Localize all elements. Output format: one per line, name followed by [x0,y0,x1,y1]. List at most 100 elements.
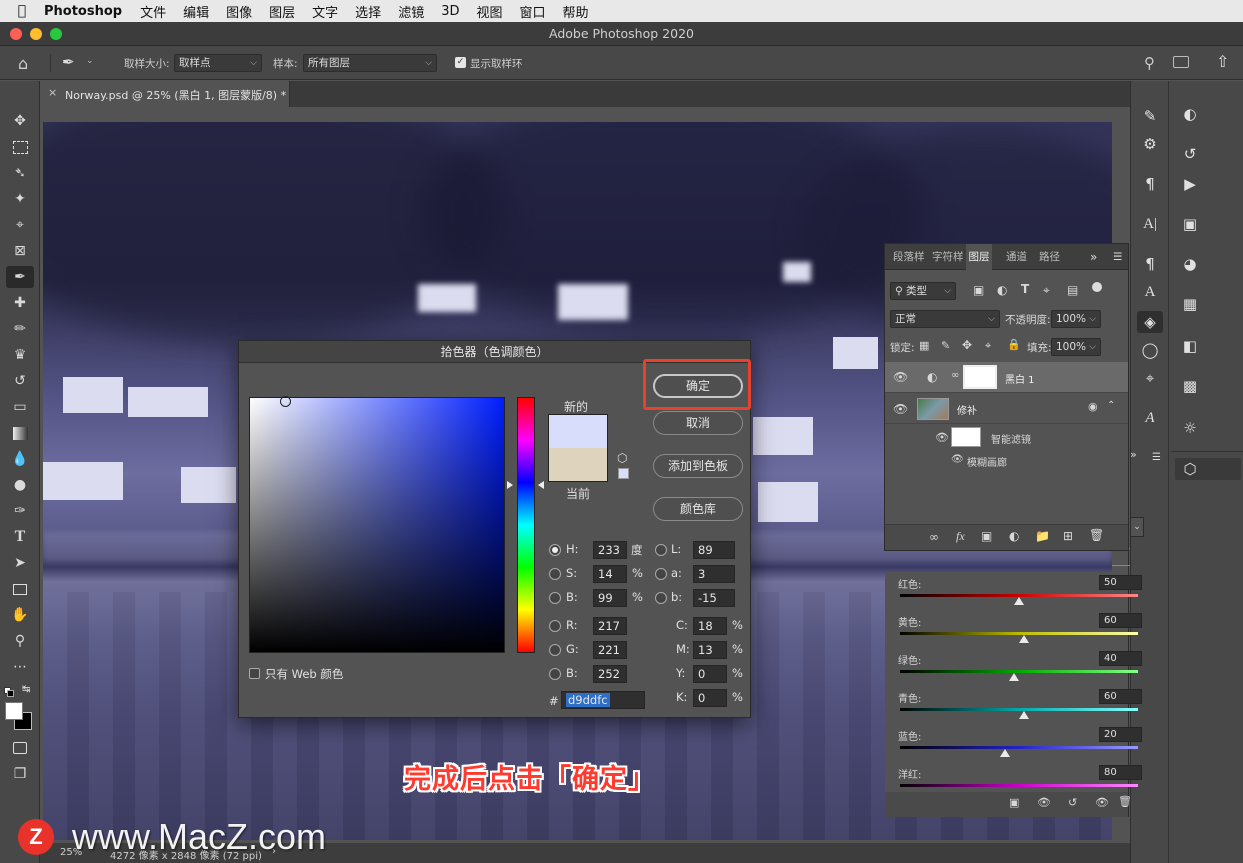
zoom-tool-icon[interactable]: ⚲ [6,630,34,652]
current-color-swatch[interactable] [549,448,607,481]
h-radio[interactable] [549,544,561,556]
filter-adjustment-icon[interactable]: ◐ [997,283,1007,297]
swatches-grid-icon[interactable]: ▦ [1177,293,1203,315]
learn-lightbulb-icon[interactable]: ☼ [1177,417,1203,439]
new-adjustment-icon[interactable]: ◐ [1009,529,1019,543]
hex-field[interactable]: d9ddfc [561,691,645,709]
eyedropper-tool-icon[interactable]: ✒ [6,266,34,288]
mask-link-icon[interactable]: ∞ [951,370,959,381]
lab-b-radio[interactable] [655,592,667,604]
quick-mask-icon[interactable] [6,737,34,759]
menu-item-select[interactable]: 选择 [355,2,381,21]
new-layer-icon[interactable]: ⊞ [1063,529,1073,543]
visibility-eye-icon[interactable]: 👁 [935,431,949,444]
swatches-palette-icon[interactable]: ◕ [1177,253,1203,275]
slider-track-magenta[interactable] [900,784,1138,787]
menu-app-name[interactable]: Photoshop [44,4,122,19]
hue-slider[interactable] [517,397,535,653]
patterns-icon[interactable]: ▩ [1177,375,1203,397]
a-radio[interactable] [655,568,667,580]
ok-button[interactable]: 确定 [653,374,743,398]
menu-item-layer[interactable]: 图层 [269,2,295,21]
eraser-tool-icon[interactable]: ▭ [6,396,34,418]
layer-mask-thumbnail[interactable] [963,365,997,389]
cube-icon[interactable]: ⬡ [617,451,627,465]
search-icon[interactable]: ⚲ [1144,54,1155,72]
reset-icon[interactable]: ↺ [1068,796,1077,809]
stamp-tool-icon[interactable]: ♛ [6,344,34,366]
expand-chevron-icon[interactable]: ⌃ [1107,400,1115,411]
s-field[interactable]: 14 [593,565,627,583]
b-field[interactable]: 99 [593,589,627,607]
slider-knob-blue[interactable] [999,749,1010,757]
filter-toggle-icon[interactable] [1092,282,1102,292]
move-tool-icon[interactable]: ✥ [6,110,34,132]
filter-type-icon[interactable]: T [1021,282,1029,296]
screen-mode-icon[interactable]: ❐ [6,763,34,785]
dodge-tool-icon[interactable]: ● [6,474,34,496]
gradients-icon[interactable]: ◧ [1177,335,1203,357]
menu-item-file[interactable]: 文件 [140,2,166,21]
character-icon[interactable]: A| [1137,213,1163,235]
share-icon[interactable]: ⇧ [1216,52,1229,71]
adjustment-sliders-icon[interactable]: ⚙ [1137,133,1163,155]
h-field[interactable]: 233 [593,541,627,559]
marquee-tool-icon[interactable] [6,136,34,158]
view-previous-state-icon[interactable]: 👁 [1037,796,1051,809]
home-icon[interactable]: ⌂ [18,54,28,73]
tab-character-styles[interactable]: 字符样 [932,244,964,270]
default-colors-icon[interactable] [4,687,15,698]
s-radio[interactable] [549,568,561,580]
panel-collapse-icon[interactable]: » [1090,244,1097,270]
paragraph-icon[interactable]: ¶ [1137,173,1163,195]
layer-style-fx-icon[interactable]: fx [956,529,965,544]
tool-preset-chevron-icon[interactable]: ⌄ [86,56,94,66]
paths-icon[interactable]: ⌖ [1137,367,1163,389]
add-mask-icon[interactable]: ▣ [981,529,992,543]
lock-transparency-icon[interactable]: ▦ [919,339,929,352]
filter-shape-icon[interactable]: ⌖ [1043,283,1050,298]
toggle-visibility-icon[interactable]: 👁 [1095,796,1109,809]
history-icon[interactable]: ↺ [1177,143,1203,165]
new-group-folder-icon[interactable]: 📁 [1035,529,1050,543]
web-safe-swatch[interactable] [618,468,629,479]
properties-icon[interactable]: ▣ [1177,213,1203,235]
l-radio[interactable] [655,544,667,556]
color-field-cursor[interactable] [280,396,291,407]
lock-position-icon[interactable]: ✥ [962,338,972,352]
color-wheel-icon[interactable]: ◐ [1177,103,1203,125]
history-brush-tool-icon[interactable]: ↺ [6,370,34,392]
tab-layers[interactable]: 图层 [966,244,992,270]
menu-item-window[interactable]: 窗口 [520,2,546,21]
hue-slider-left-arrow[interactable] [507,481,513,489]
r-field[interactable]: 217 [593,617,627,635]
filter-row-blur-gallery[interactable]: 👁 模糊画廊 [885,450,1128,470]
menu-item-image[interactable]: 图像 [226,2,252,21]
swap-colors-icon[interactable]: ↹ [22,684,30,695]
layer-row-patch[interactable]: 👁 修补 ◉ ⌃ [885,394,1128,424]
slider-knob-red[interactable] [1014,597,1024,605]
menu-item-filter[interactable]: 滤镜 [398,2,424,21]
filter-mask-thumbnail[interactable] [951,427,981,447]
tab-channels[interactable]: 通道 [1006,244,1027,270]
blend-mode-select[interactable]: 正常 ⌵ [890,310,1000,328]
lock-artboard-icon[interactable]: ⌖ [985,339,991,353]
slider-value-cyan[interactable]: 60 [1099,689,1142,704]
g-field[interactable]: 221 [593,641,627,659]
layers-icon[interactable]: ◈ [1137,311,1163,333]
menu-item-edit[interactable]: 编辑 [183,2,209,21]
channels-icon[interactable]: ◯ [1137,339,1163,361]
menu-item-view[interactable]: 视图 [476,2,502,21]
b-radio[interactable] [549,592,561,604]
blue-field[interactable]: 252 [593,665,627,683]
glyphs-icon[interactable]: A [1137,407,1163,429]
slider-value-green[interactable]: 40 [1099,651,1142,666]
r-radio[interactable] [549,620,561,632]
panel-menu-icon[interactable]: ☰ [1113,244,1122,270]
apple-icon[interactable]:  [0,3,44,19]
lab-b-field[interactable]: -15 [693,589,735,607]
g-radio[interactable] [549,644,561,656]
actions-play-icon[interactable]: ▶ [1177,173,1203,195]
sample-size-select[interactable]: 取样点 ⌵ [174,54,262,72]
c-field[interactable]: 18 [693,617,727,635]
